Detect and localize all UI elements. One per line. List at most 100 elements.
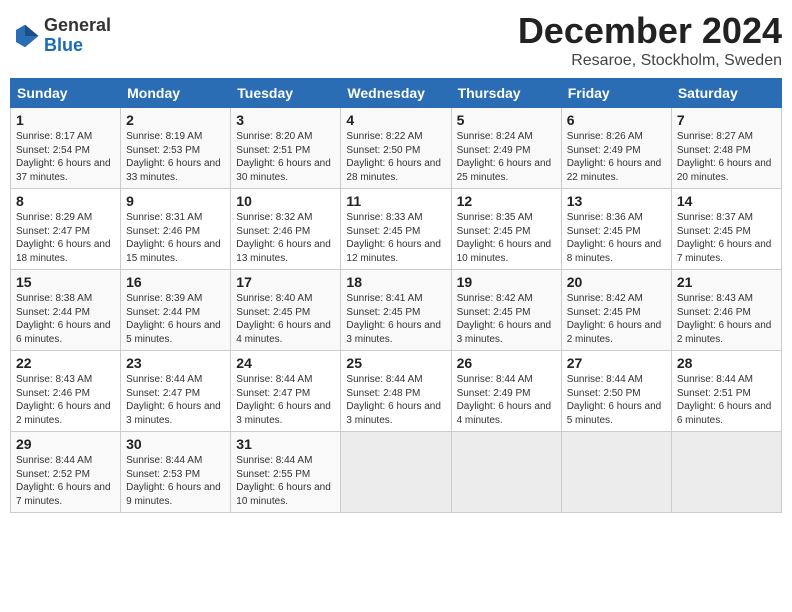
calendar-cell: 6 Sunrise: 8:26 AMSunset: 2:49 PMDayligh… — [561, 108, 671, 189]
logo-blue: Blue — [44, 36, 111, 56]
day-info: Sunrise: 8:43 AMSunset: 2:46 PMDaylight:… — [677, 293, 772, 345]
day-number: 28 — [677, 355, 776, 371]
day-info: Sunrise: 8:43 AMSunset: 2:46 PMDaylight:… — [16, 374, 111, 426]
calendar-cell: 24 Sunrise: 8:44 AMSunset: 2:47 PMDaylig… — [231, 351, 341, 432]
day-info: Sunrise: 8:33 AMSunset: 2:45 PMDaylight:… — [346, 212, 441, 264]
day-number: 1 — [16, 112, 115, 128]
calendar-cell: 2 Sunrise: 8:19 AMSunset: 2:53 PMDayligh… — [121, 108, 231, 189]
logo-general: General — [44, 16, 111, 36]
day-number: 2 — [126, 112, 225, 128]
calendar-cell: 27 Sunrise: 8:44 AMSunset: 2:50 PMDaylig… — [561, 351, 671, 432]
day-number: 9 — [126, 193, 225, 209]
calendar-cell: 14 Sunrise: 8:37 AMSunset: 2:45 PMDaylig… — [671, 189, 781, 270]
day-info: Sunrise: 8:44 AMSunset: 2:55 PMDaylight:… — [236, 455, 331, 507]
calendar-cell — [451, 432, 561, 513]
calendar-cell: 4 Sunrise: 8:22 AMSunset: 2:50 PMDayligh… — [341, 108, 451, 189]
calendar-cell: 21 Sunrise: 8:43 AMSunset: 2:46 PMDaylig… — [671, 270, 781, 351]
header-sunday: Sunday — [11, 79, 121, 108]
day-info: Sunrise: 8:39 AMSunset: 2:44 PMDaylight:… — [126, 293, 221, 345]
calendar-cell — [561, 432, 671, 513]
day-info: Sunrise: 8:44 AMSunset: 2:50 PMDaylight:… — [567, 374, 662, 426]
day-number: 22 — [16, 355, 115, 371]
calendar-body: 1 Sunrise: 8:17 AMSunset: 2:54 PMDayligh… — [11, 108, 782, 513]
day-number: 19 — [457, 274, 556, 290]
day-info: Sunrise: 8:20 AMSunset: 2:51 PMDaylight:… — [236, 131, 331, 183]
day-info: Sunrise: 8:40 AMSunset: 2:45 PMDaylight:… — [236, 293, 331, 345]
calendar-cell — [341, 432, 451, 513]
day-number: 15 — [16, 274, 115, 290]
week-row-2: 8 Sunrise: 8:29 AMSunset: 2:47 PMDayligh… — [11, 189, 782, 270]
day-info: Sunrise: 8:44 AMSunset: 2:51 PMDaylight:… — [677, 374, 772, 426]
header-thursday: Thursday — [451, 79, 561, 108]
day-info: Sunrise: 8:44 AMSunset: 2:47 PMDaylight:… — [236, 374, 331, 426]
day-number: 31 — [236, 436, 335, 452]
day-info: Sunrise: 8:42 AMSunset: 2:45 PMDaylight:… — [457, 293, 552, 345]
calendar-cell: 5 Sunrise: 8:24 AMSunset: 2:49 PMDayligh… — [451, 108, 561, 189]
header-friday: Friday — [561, 79, 671, 108]
day-number: 10 — [236, 193, 335, 209]
header-wednesday: Wednesday — [341, 79, 451, 108]
calendar-cell: 26 Sunrise: 8:44 AMSunset: 2:49 PMDaylig… — [451, 351, 561, 432]
calendar-cell: 17 Sunrise: 8:40 AMSunset: 2:45 PMDaylig… — [231, 270, 341, 351]
calendar-cell: 28 Sunrise: 8:44 AMSunset: 2:51 PMDaylig… — [671, 351, 781, 432]
day-info: Sunrise: 8:38 AMSunset: 2:44 PMDaylight:… — [16, 293, 111, 345]
calendar-cell: 11 Sunrise: 8:33 AMSunset: 2:45 PMDaylig… — [341, 189, 451, 270]
week-row-1: 1 Sunrise: 8:17 AMSunset: 2:54 PMDayligh… — [11, 108, 782, 189]
day-info: Sunrise: 8:19 AMSunset: 2:53 PMDaylight:… — [126, 131, 221, 183]
day-info: Sunrise: 8:32 AMSunset: 2:46 PMDaylight:… — [236, 212, 331, 264]
logo-icon — [10, 21, 40, 51]
calendar-cell: 25 Sunrise: 8:44 AMSunset: 2:48 PMDaylig… — [341, 351, 451, 432]
calendar-cell: 8 Sunrise: 8:29 AMSunset: 2:47 PMDayligh… — [11, 189, 121, 270]
title-area: December 2024 Resaroe, Stockholm, Sweden — [518, 10, 782, 70]
calendar-cell: 1 Sunrise: 8:17 AMSunset: 2:54 PMDayligh… — [11, 108, 121, 189]
week-row-4: 22 Sunrise: 8:43 AMSunset: 2:46 PMDaylig… — [11, 351, 782, 432]
day-number: 3 — [236, 112, 335, 128]
day-info: Sunrise: 8:27 AMSunset: 2:48 PMDaylight:… — [677, 131, 772, 183]
day-number: 29 — [16, 436, 115, 452]
calendar-table: SundayMondayTuesdayWednesdayThursdayFrid… — [10, 78, 782, 513]
calendar-cell: 7 Sunrise: 8:27 AMSunset: 2:48 PMDayligh… — [671, 108, 781, 189]
day-number: 21 — [677, 274, 776, 290]
day-info: Sunrise: 8:44 AMSunset: 2:47 PMDaylight:… — [126, 374, 221, 426]
calendar-cell — [671, 432, 781, 513]
day-info: Sunrise: 8:29 AMSunset: 2:47 PMDaylight:… — [16, 212, 111, 264]
day-info: Sunrise: 8:42 AMSunset: 2:45 PMDaylight:… — [567, 293, 662, 345]
day-info: Sunrise: 8:31 AMSunset: 2:46 PMDaylight:… — [126, 212, 221, 264]
calendar-cell: 15 Sunrise: 8:38 AMSunset: 2:44 PMDaylig… — [11, 270, 121, 351]
day-info: Sunrise: 8:26 AMSunset: 2:49 PMDaylight:… — [567, 131, 662, 183]
day-number: 18 — [346, 274, 445, 290]
calendar-cell: 12 Sunrise: 8:35 AMSunset: 2:45 PMDaylig… — [451, 189, 561, 270]
day-number: 6 — [567, 112, 666, 128]
location-subtitle: Resaroe, Stockholm, Sweden — [518, 52, 782, 70]
day-info: Sunrise: 8:22 AMSunset: 2:50 PMDaylight:… — [346, 131, 441, 183]
day-number: 20 — [567, 274, 666, 290]
calendar-cell: 16 Sunrise: 8:39 AMSunset: 2:44 PMDaylig… — [121, 270, 231, 351]
day-number: 25 — [346, 355, 445, 371]
header-row: SundayMondayTuesdayWednesdayThursdayFrid… — [11, 79, 782, 108]
logo: General Blue — [10, 16, 111, 56]
calendar-cell: 23 Sunrise: 8:44 AMSunset: 2:47 PMDaylig… — [121, 351, 231, 432]
day-info: Sunrise: 8:44 AMSunset: 2:49 PMDaylight:… — [457, 374, 552, 426]
calendar-cell: 10 Sunrise: 8:32 AMSunset: 2:46 PMDaylig… — [231, 189, 341, 270]
day-info: Sunrise: 8:17 AMSunset: 2:54 PMDaylight:… — [16, 131, 111, 183]
calendar-cell: 18 Sunrise: 8:41 AMSunset: 2:45 PMDaylig… — [341, 270, 451, 351]
calendar-cell: 9 Sunrise: 8:31 AMSunset: 2:46 PMDayligh… — [121, 189, 231, 270]
day-info: Sunrise: 8:37 AMSunset: 2:45 PMDaylight:… — [677, 212, 772, 264]
calendar-cell: 3 Sunrise: 8:20 AMSunset: 2:51 PMDayligh… — [231, 108, 341, 189]
day-number: 13 — [567, 193, 666, 209]
calendar-cell: 20 Sunrise: 8:42 AMSunset: 2:45 PMDaylig… — [561, 270, 671, 351]
header: General Blue December 2024 Resaroe, Stoc… — [10, 10, 782, 70]
day-number: 24 — [236, 355, 335, 371]
calendar-cell: 29 Sunrise: 8:44 AMSunset: 2:52 PMDaylig… — [11, 432, 121, 513]
week-row-3: 15 Sunrise: 8:38 AMSunset: 2:44 PMDaylig… — [11, 270, 782, 351]
month-title: December 2024 — [518, 10, 782, 52]
day-info: Sunrise: 8:44 AMSunset: 2:53 PMDaylight:… — [126, 455, 221, 507]
day-info: Sunrise: 8:24 AMSunset: 2:49 PMDaylight:… — [457, 131, 552, 183]
day-number: 17 — [236, 274, 335, 290]
day-number: 4 — [346, 112, 445, 128]
calendar-header: SundayMondayTuesdayWednesdayThursdayFrid… — [11, 79, 782, 108]
day-number: 12 — [457, 193, 556, 209]
week-row-5: 29 Sunrise: 8:44 AMSunset: 2:52 PMDaylig… — [11, 432, 782, 513]
day-info: Sunrise: 8:35 AMSunset: 2:45 PMDaylight:… — [457, 212, 552, 264]
day-number: 11 — [346, 193, 445, 209]
